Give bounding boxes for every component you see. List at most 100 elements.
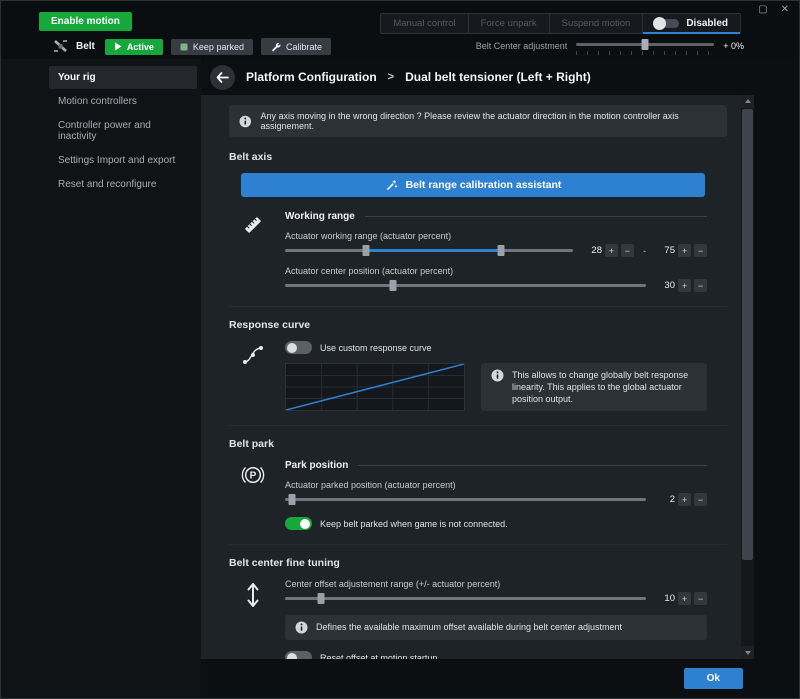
- maximize-button[interactable]: ▢: [758, 4, 767, 15]
- offset-range-slider[interactable]: [285, 592, 646, 605]
- breadcrumb-section[interactable]: Platform Configuration: [246, 70, 377, 84]
- sidebar-item-motion-controllers[interactable]: Motion controllers: [49, 90, 197, 113]
- working-range-slider[interactable]: [285, 244, 573, 257]
- toggle-knob-icon: [300, 518, 310, 529]
- decrement-button[interactable]: −: [621, 244, 634, 257]
- reset-offset-toggle[interactable]: [285, 651, 312, 659]
- belt-center-adjustment-value: + 0%: [723, 41, 744, 51]
- scroll-down-button[interactable]: [741, 646, 754, 659]
- working-range-block: Working range Actuator working range (ac…: [237, 211, 727, 292]
- increment-button[interactable]: +: [605, 244, 618, 257]
- center-position-handle[interactable]: [389, 280, 397, 291]
- main-area: Platform Configuration > Dual belt tensi…: [201, 59, 799, 698]
- belt-center-adjustment-group: Belt Center adjustment + 0%: [476, 37, 744, 55]
- belt-axis-section: Belt axis Belt range calibration assista…: [229, 151, 727, 292]
- back-button[interactable]: [210, 64, 235, 90]
- info-icon: [295, 621, 308, 634]
- offset-range-handle[interactable]: [317, 593, 325, 605]
- scroll-up-button[interactable]: [741, 95, 754, 108]
- increment-button[interactable]: +: [678, 493, 691, 507]
- device-label: Belt: [76, 41, 95, 52]
- decrement-button[interactable]: −: [694, 279, 707, 292]
- sidebar-item-settings-import-export[interactable]: Settings Import and export: [49, 149, 197, 172]
- close-button[interactable]: ✕: [781, 4, 789, 15]
- back-arrow-icon: [216, 71, 229, 83]
- wand-icon: [386, 179, 397, 190]
- belt-range-calibration-label: Belt range calibration assistant: [405, 179, 562, 191]
- center-position-slider[interactable]: [285, 279, 646, 292]
- vertical-scrollbar[interactable]: [741, 95, 754, 659]
- belt-park-section: Belt park P Park position Actuator parke…: [229, 425, 727, 531]
- parked-position-slider[interactable]: [285, 493, 646, 506]
- parked-position-handle[interactable]: [288, 494, 296, 506]
- sidebar-item-controller-power[interactable]: Controller power and inactivity: [49, 114, 197, 148]
- parked-position-value: 2: [669, 494, 675, 506]
- center-position-value: 30: [664, 280, 675, 291]
- toggle-knob-icon: [653, 16, 667, 30]
- response-curve-area: This allows to change globally belt resp…: [285, 363, 707, 412]
- reset-offset-toggle-label: Reset offset at motion startup: [320, 652, 438, 659]
- decrement-button[interactable]: −: [694, 592, 707, 606]
- belt-center-adjustment-label: Belt Center adjustment: [475, 41, 568, 51]
- parked-position-control: 2 + −: [285, 493, 707, 507]
- keep-parked-toggle-row: Keep belt parked when game is not connec…: [285, 517, 707, 531]
- custom-curve-toggle-row: Use custom response curve: [285, 341, 707, 354]
- parked-position-spinner: 2 + −: [655, 493, 707, 507]
- keep-parked-button[interactable]: Keep parked: [170, 38, 253, 55]
- increment-button[interactable]: +: [678, 244, 691, 257]
- decrement-button[interactable]: −: [694, 493, 707, 507]
- increment-button[interactable]: +: [678, 279, 691, 292]
- info-icon: [491, 369, 504, 382]
- working-range-max-handle[interactable]: [497, 245, 505, 256]
- toggle-track-icon: [653, 16, 680, 30]
- increment-button[interactable]: +: [678, 592, 691, 606]
- offset-range-label: Center offset adjustement range (+/- act…: [285, 579, 501, 590]
- range-separator: -: [643, 245, 646, 256]
- working-range-control: 28 + − - 75 + −: [285, 244, 707, 257]
- toggle-knob-icon: [287, 342, 297, 353]
- working-range-min-spinner: 28 + −: [582, 244, 634, 257]
- decrement-button[interactable]: −: [694, 244, 707, 257]
- center-position-control: 30 + −: [285, 279, 707, 292]
- manual-control-button[interactable]: Manual control: [381, 14, 469, 33]
- info-icon: [239, 115, 252, 127]
- offset-range-control: 10 + −: [285, 592, 707, 606]
- slider-handle[interactable]: [641, 39, 649, 50]
- motion-state-toggle[interactable]: Disabled: [643, 14, 740, 34]
- belt-park-heading: Belt park: [229, 438, 274, 451]
- sidebar: Your rig Motion controllers Controller p…: [1, 59, 201, 698]
- center-tuning-heading: Belt center fine tuning: [229, 557, 340, 570]
- titlebar: Enable motion ▢ ✕ Manual control Force u…: [1, 1, 799, 35]
- working-range-fill: [365, 249, 501, 252]
- breadcrumb-separator: >: [387, 71, 395, 83]
- custom-curve-toggle[interactable]: [285, 341, 312, 354]
- response-curve-chart: [285, 363, 465, 411]
- belt-center-adjustment-slider[interactable]: [576, 37, 715, 55]
- response-curve-info-chip: This allows to change globally belt resp…: [481, 363, 707, 412]
- belt-range-calibration-button[interactable]: Belt range calibration assistant: [241, 173, 705, 197]
- force-unpark-button[interactable]: Force unpark: [469, 14, 550, 33]
- calibrate-button[interactable]: Calibrate: [260, 38, 331, 55]
- working-range-min-handle[interactable]: [362, 245, 370, 256]
- center-position-spinner: 30 + −: [655, 279, 707, 292]
- belt-icon: [53, 40, 68, 53]
- curve-editor-icon: [237, 341, 269, 411]
- sidebar-item-reset-reconfigure[interactable]: Reset and reconfigure: [49, 173, 197, 196]
- enable-motion-button[interactable]: Enable motion: [39, 12, 132, 31]
- working-range-title: Working range: [285, 211, 707, 222]
- active-status-pill[interactable]: Active: [104, 38, 163, 55]
- ok-button[interactable]: Ok: [683, 668, 743, 689]
- keep-parked-toggle[interactable]: [285, 517, 312, 531]
- play-icon: [114, 42, 122, 51]
- wrench-icon: [271, 42, 281, 52]
- slider-track: [285, 597, 646, 601]
- scrollbar-thumb[interactable]: [742, 109, 753, 561]
- device-toolbar: Belt Active Keep parked Calibrate Belt C…: [1, 35, 799, 59]
- slider-track: [285, 498, 646, 502]
- suspend-motion-button[interactable]: Suspend motion: [550, 14, 644, 33]
- offset-info-chip: Defines the available maximum offset ava…: [285, 615, 707, 641]
- triangle-up-icon: [744, 99, 751, 103]
- motion-state-label: Disabled: [686, 18, 728, 29]
- sidebar-item-your-rig[interactable]: Your rig: [49, 66, 197, 89]
- ruler-icon: [237, 211, 269, 292]
